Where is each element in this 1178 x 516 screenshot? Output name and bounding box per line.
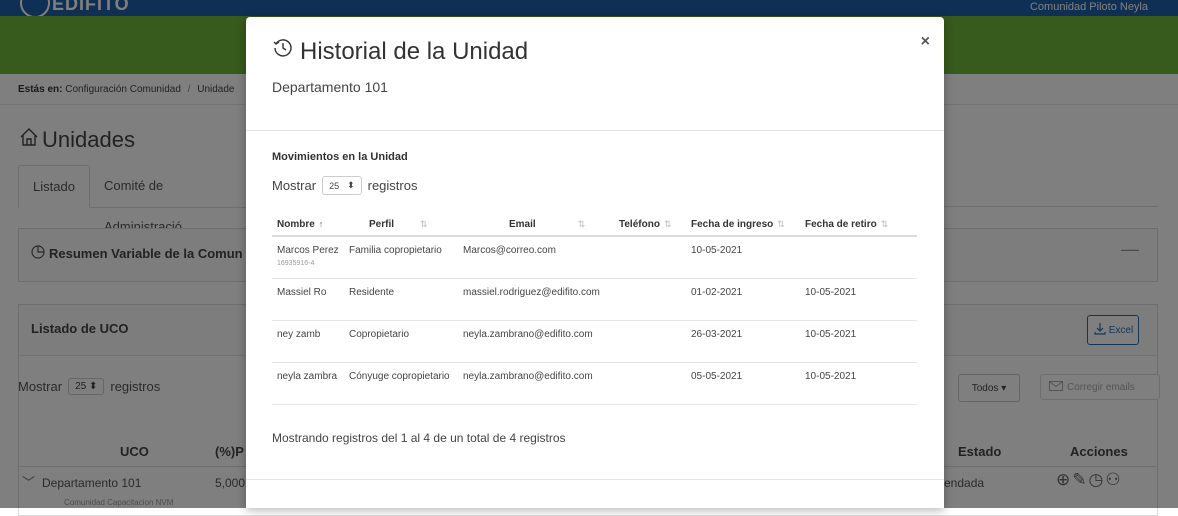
cell-email: neyla.zambrano@edifito.com: [458, 362, 614, 405]
select-arrows-icon: ⬍: [347, 180, 355, 190]
cell-rut: 16935916-4: [277, 260, 315, 267]
page-length-value: 25: [329, 180, 340, 191]
cell-retiro: 10-05-2021: [800, 278, 917, 321]
sort-icon: ⇅: [663, 218, 672, 229]
modal-subtitle: Departamento 101: [272, 79, 388, 95]
cell-nombre: Marcos Perez 16935916-4: [272, 236, 344, 279]
col-header-label: Fecha de retiro: [805, 218, 877, 230]
col-header-label: Teléfono: [619, 218, 660, 230]
col-header-ingreso[interactable]: Fecha de ingreso ⇅: [686, 213, 800, 237]
table-row: ney zamb Copropietario neyla.zambrano@ed…: [272, 320, 917, 363]
sort-asc-icon: ↑: [318, 218, 324, 229]
clock-history-icon: [272, 37, 294, 66]
cell-ingreso: 26-03-2021: [686, 320, 800, 363]
table-info: Mostrando registros del 1 al 4 de un tot…: [272, 431, 566, 445]
cell-perfil: Residente: [344, 278, 458, 321]
modal-footer-divider: [246, 479, 944, 480]
sort-icon: ⇅: [880, 218, 889, 229]
cell-telefono: [614, 278, 686, 321]
cell-telefono: [614, 320, 686, 363]
cell-perfil: Familia copropietario: [344, 236, 458, 279]
cell-nombre-text: Marcos Perez: [277, 245, 339, 256]
sort-icon: ⇅: [420, 218, 428, 229]
registros-label: registros: [367, 178, 418, 193]
cell-email: Marcos@correo.com: [458, 236, 614, 279]
historial-modal: × Historial de la Unidad Departamento 10…: [246, 17, 944, 508]
history-table: Nombre ↑ Perfil ⇅ Email ⇅ Teléfono ⇅ Fecha d…: [272, 213, 917, 405]
col-header-telefono[interactable]: Teléfono ⇅: [614, 213, 686, 237]
cell-retiro: 10-05-2021: [800, 320, 917, 363]
cell-retiro: [800, 236, 917, 279]
cell-perfil: Cónyuge copropietario: [344, 362, 458, 405]
col-header-retiro[interactable]: Fecha de retiro ⇅: [800, 213, 917, 237]
section-title: Movimientos en la Unidad: [272, 151, 408, 163]
cell-telefono: [614, 236, 686, 279]
table-row: Massiel Ro Residente massiel.rodriguez@e…: [272, 278, 917, 321]
sort-icon: ⇅: [577, 218, 586, 229]
cell-nombre: ney zamb: [272, 320, 344, 363]
col-header-nombre[interactable]: Nombre ↑: [272, 213, 344, 237]
col-header-label: Nombre: [277, 218, 315, 230]
cell-ingreso: 01-02-2021: [686, 278, 800, 321]
table-row: neyla zambra Cónyuge copropietario neyla…: [272, 362, 917, 405]
modal-title-text: Historial de la Unidad: [300, 37, 529, 65]
cell-telefono: [614, 362, 686, 405]
table-row: Marcos Perez 16935916-4 Familia copropiet…: [272, 236, 917, 279]
modal-title: Historial de la Unidad: [272, 37, 528, 66]
col-header-label: Email: [509, 218, 536, 230]
cell-nombre: neyla zambra: [272, 362, 344, 405]
cell-email: neyla.zambrano@edifito.com: [458, 320, 614, 363]
page-length-control: Mostrar 25 ⬍ registros: [272, 176, 417, 195]
modal-divider: [246, 130, 944, 131]
table-header-row: Nombre ↑ Perfil ⇅ Email ⇅ Teléfono ⇅ Fecha d…: [272, 213, 917, 237]
mostrar-label: Mostrar: [272, 178, 317, 193]
col-header-perfil[interactable]: Perfil ⇅: [344, 213, 458, 237]
sort-icon: ⇅: [777, 218, 785, 229]
close-icon[interactable]: ×: [921, 33, 930, 51]
col-header-label: Perfil: [369, 218, 395, 230]
cell-nombre: Massiel Ro: [272, 278, 344, 321]
cell-email: massiel.rodriguez@edifito.com: [458, 278, 614, 321]
cell-ingreso: 10-05-2021: [686, 236, 800, 279]
col-header-email[interactable]: Email ⇅: [458, 213, 614, 237]
cell-perfil: Copropietario: [344, 320, 458, 363]
page-length-select[interactable]: 25 ⬍: [322, 176, 362, 195]
cell-retiro: 10-05-2021: [800, 362, 917, 405]
col-header-label: Fecha de ingreso: [691, 218, 774, 230]
cell-ingreso: 05-05-2021: [686, 362, 800, 405]
